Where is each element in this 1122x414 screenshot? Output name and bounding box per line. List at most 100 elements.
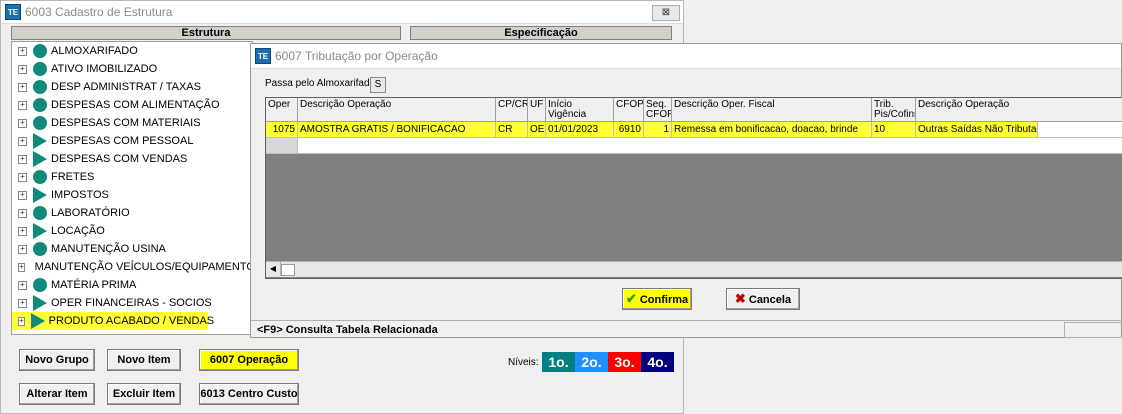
expand-icon[interactable]: +	[18, 136, 27, 146]
tree-item-label: MATÉRIA PRIMA	[51, 279, 137, 291]
novo-grupo-button[interactable]: Novo Grupo	[19, 349, 95, 371]
header-especificacao: Especificação	[410, 26, 672, 40]
circle-folder-icon	[33, 116, 47, 130]
tree-item-label: LOCAÇÃO	[51, 225, 105, 237]
confirma-button[interactable]: ✔ Confirma	[622, 288, 692, 310]
circle-folder-icon	[33, 80, 47, 94]
circle-folder-icon	[33, 206, 47, 220]
tree-item-label: FRETES	[51, 171, 95, 183]
cell-oper[interactable]: 1075	[266, 122, 298, 138]
tree-item[interactable]: + MANUTENÇÃO USINA	[12, 240, 252, 258]
tree-item[interactable]: + FRETES	[12, 168, 252, 186]
tree-item[interactable]: + DESP ADMINISTRAT / TAXAS	[12, 78, 252, 96]
expand-icon[interactable]: +	[18, 154, 27, 164]
expand-icon[interactable]: +	[18, 100, 27, 110]
nivel-2-badge: 2o.	[575, 352, 608, 372]
excluir-item-button[interactable]: Excluir Item	[107, 383, 181, 405]
status-text: <F9> Consulta Tabela Relacionada	[257, 324, 438, 336]
confirma-label: Confirma	[639, 294, 689, 306]
triangle-folder-icon	[33, 151, 47, 167]
alterar-item-button[interactable]: Alterar Item	[19, 383, 95, 405]
tree-item[interactable]: + IMPOSTOS	[12, 186, 252, 204]
tree-item[interactable]: + MANUTENÇÃO VEÍCULOS/EQUIPAMENTOS	[12, 258, 252, 276]
expand-icon[interactable]: +	[18, 316, 25, 326]
cell-descricao[interactable]: AMOSTRA GRATIS / BONIFICACAO	[298, 122, 496, 138]
main-window-title: 6003 Cadastro de Estrutura	[25, 5, 173, 19]
col-trib: Trib. Pis/Cofins	[872, 98, 916, 122]
operacao-button[interactable]: 6007 Operação	[199, 349, 299, 371]
tree-item-label: DESPESAS COM MATERIAIS	[51, 117, 201, 129]
nivel-1-badge: 1o.	[542, 352, 575, 372]
expand-icon[interactable]: +	[18, 82, 27, 92]
tree-item[interactable]: + DESPESAS COM ALIMENTAÇÃO	[12, 96, 252, 114]
tree-item-label: DESPESAS COM VENDAS	[51, 153, 188, 165]
tree-item[interactable]: + DESPESAS COM VENDAS	[12, 150, 252, 168]
tributacao-dialog: TE 6007 Tributação por Operação Passa pe…	[250, 43, 1122, 338]
cell-desc-fiscal[interactable]: Remessa em bonificacao, doacao, brinde	[672, 122, 872, 138]
triangle-folder-icon	[33, 187, 47, 203]
tree-item[interactable]: + ALMOXARIFADO	[12, 42, 252, 60]
dialog-statusbar: <F9> Consulta Tabela Relacionada	[251, 320, 1122, 338]
dialog-title: 6007 Tributação por Operação	[275, 49, 438, 63]
cancela-button[interactable]: ✖ Cancela	[726, 288, 800, 310]
tree-item-label: PRODUTO ACABADO / VENDAS	[48, 315, 215, 327]
passa-value-field[interactable]: S	[370, 77, 386, 93]
tree-item-label: MANUTENÇÃO USINA	[51, 243, 166, 255]
col-desc-op2: Descrição Operação	[916, 98, 1122, 122]
circle-folder-icon	[33, 278, 47, 292]
operations-grid[interactable]: Oper Descrição Operação CP/CR UF Início …	[265, 97, 1122, 279]
tree-item[interactable]: + DESPESAS COM PESSOAL	[12, 132, 252, 150]
tree-item-label: LABORATÓRIO	[51, 207, 130, 219]
empty-row-indicator	[266, 138, 298, 154]
expand-icon[interactable]: +	[18, 262, 25, 272]
tree-item[interactable]: + DESPESAS COM MATERIAIS	[12, 114, 252, 132]
expand-icon[interactable]: +	[18, 208, 27, 218]
check-icon: ✔	[625, 291, 637, 306]
close-button[interactable]: ⊠	[652, 5, 680, 21]
tree-item[interactable]: + LABORATÓRIO	[12, 204, 252, 222]
tree-item[interactable]: + PRODUTO ACABADO / VENDAS	[12, 312, 214, 330]
col-seq: Seq. CFOP	[644, 98, 672, 122]
expand-icon[interactable]: +	[18, 46, 27, 56]
tree-item-label: DESPESAS COM ALIMENTAÇÃO	[51, 99, 220, 111]
scroll-left-icon[interactable]: ◀	[266, 262, 281, 276]
cell-desc-op2[interactable]: Outras Saídas Não Tributadas	[916, 122, 1038, 138]
cell-uf[interactable]: OE	[528, 122, 546, 138]
expand-icon[interactable]: +	[18, 280, 27, 290]
horizontal-scrollbar[interactable]: ◀	[266, 261, 1122, 277]
expand-icon[interactable]: +	[18, 244, 27, 254]
expand-icon[interactable]: +	[18, 172, 27, 182]
cell-empty-tail	[1038, 122, 1122, 138]
empty-row[interactable]	[298, 138, 1122, 154]
novo-item-button[interactable]: Novo Item	[107, 349, 181, 371]
tree-item[interactable]: + MATÉRIA PRIMA	[12, 276, 252, 294]
expand-icon[interactable]: +	[18, 118, 27, 128]
passa-label: Passa pelo Almoxarifado:	[265, 78, 378, 89]
cell-seq[interactable]: 1	[644, 122, 672, 138]
tree-item[interactable]: + ATIVO IMOBILIZADO	[12, 60, 252, 78]
circle-folder-icon	[33, 98, 47, 112]
cell-cfop[interactable]: 6910	[614, 122, 644, 138]
centro-custo-button[interactable]: 6013 Centro Custo	[199, 383, 299, 405]
expand-icon[interactable]: +	[18, 226, 27, 236]
cell-cpcr[interactable]: CR	[496, 122, 528, 138]
col-oper: Oper	[266, 98, 298, 122]
cell-inicio[interactable]: 01/01/2023	[546, 122, 614, 138]
scroll-thumb[interactable]	[281, 264, 295, 276]
expand-icon[interactable]: +	[18, 190, 27, 200]
col-uf: UF	[528, 98, 546, 122]
app-icon: TE	[5, 4, 21, 20]
status-panel	[1064, 322, 1122, 338]
circle-folder-icon	[33, 242, 47, 256]
structure-tree[interactable]: + ALMOXARIFADO + ATIVO IMOBILIZADO + DESP ADM…	[11, 41, 253, 335]
cell-trib[interactable]: 10	[872, 122, 916, 138]
expand-icon[interactable]: +	[18, 298, 27, 308]
tree-item[interactable]: + OPER FINANCEIRAS - SOCIOS	[12, 294, 252, 312]
col-inicio: Início Vigência	[546, 98, 614, 122]
tree-item-label: ATIVO IMOBILIZADO	[51, 63, 158, 75]
expand-icon[interactable]: +	[18, 64, 27, 74]
cancela-label: Cancela	[748, 294, 792, 306]
col-cfop: CFOP	[614, 98, 644, 122]
tree-item[interactable]: + LOCAÇÃO	[12, 222, 252, 240]
col-descricao: Descrição Operação	[298, 98, 496, 122]
